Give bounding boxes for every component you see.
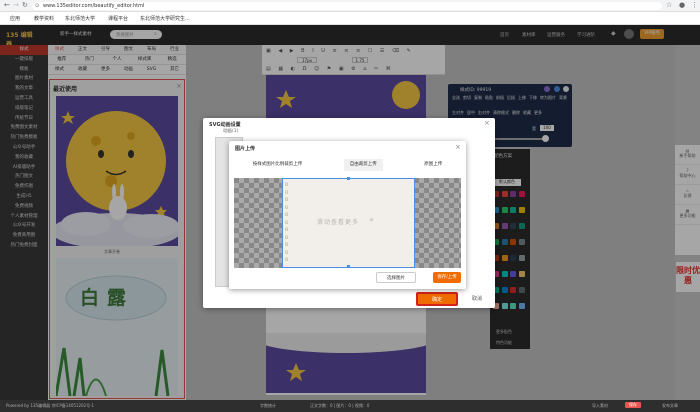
crop-area[interactable]: ʘʘʘʘʘʘʘʘʘʘʘ 滑动查看更多 «: [234, 177, 461, 268]
url-text: www.135editor.com/beautify_editor.html: [43, 3, 145, 9]
forward-icon[interactable]: →: [13, 1, 19, 9]
svg-confirm-button[interactable]: 确定: [416, 292, 458, 306]
bookmark-5[interactable]: 东北师范大学研究生...: [140, 15, 190, 22]
publish-button[interactable]: 发布文章: [662, 403, 678, 409]
address-bar[interactable]: ⊙ www.135editor.com/beautify_editor.html: [32, 2, 662, 10]
crop-handle-top[interactable]: [347, 177, 350, 180]
bookmark-4[interactable]: 课程平台: [108, 15, 128, 22]
bookmarks-bar: 应用 教学资料 东北师范大学 课程平台 东北师范大学研究生...: [0, 12, 700, 25]
svg-dialog-subtitle: 动画(1): [223, 129, 239, 134]
image-upload-dialog: 图片上传 × 按样式图片比例裁剪上传 自由裁剪上传 原图上传 ʘʘʘʘʘʘʘʘʘ…: [229, 141, 466, 289]
star-icon[interactable]: ☆: [666, 1, 672, 9]
bookmark-3[interactable]: 东北师范大学: [65, 15, 95, 22]
choose-image-button[interactable]: 选择图片: [376, 272, 416, 283]
svg-dialog-close-icon[interactable]: ×: [484, 119, 490, 127]
crop-box[interactable]: ʘʘʘʘʘʘʘʘʘʘʘ 滑动查看更多 «: [282, 177, 415, 268]
powered-by: Powered by 135编辑器 京ICP备14051202号-1: [6, 403, 95, 408]
save-upload-button[interactable]: 保存/上传: [433, 272, 461, 283]
upload-dialog-title: 图片上传: [235, 146, 256, 152]
lock-icon: ⊙: [35, 3, 40, 9]
menu-icon[interactable]: ⋮: [691, 1, 698, 9]
svg-cancel-button[interactable]: 取消: [465, 294, 489, 304]
bookmark-2[interactable]: 教学资料: [34, 15, 54, 22]
watermark-text: 滑动查看更多: [317, 219, 360, 226]
profile-icon[interactable]: ●: [679, 1, 685, 9]
chevron-left-icon: «: [369, 215, 374, 224]
reload-icon[interactable]: ↻: [22, 1, 28, 9]
notebook-spiral: ʘʘʘʘʘʘʘʘʘʘʘ: [285, 182, 289, 262]
back-icon[interactable]: ←: [4, 1, 10, 9]
word-count-label: 字数统计: [260, 403, 276, 408]
bookmark-apps[interactable]: 应用: [10, 15, 20, 22]
import-button[interactable]: 导入素材: [592, 403, 608, 409]
save-status-button[interactable]: 保存: [625, 402, 641, 408]
tab-original[interactable]: 原图上传: [418, 159, 448, 171]
status-bar: Powered by 135编辑器 京ICP备14051202号-1 字数统计 …: [0, 400, 700, 412]
upload-close-icon[interactable]: ×: [455, 143, 461, 151]
upload-tabs: 按样式图片比例裁剪上传 自由裁剪上传 原图上传: [229, 159, 466, 171]
browser-toolbar: ← → ↻ ⊙ www.135editor.com/beautify_edito…: [0, 0, 700, 12]
tab-ratio-crop[interactable]: 按样式图片比例裁剪上传: [247, 159, 309, 171]
stats-text: 正文字数：0 | 图片：0 | 视频：0: [310, 403, 370, 408]
tab-free-crop[interactable]: 自由裁剪上传: [343, 159, 383, 171]
crop-handle-bottom[interactable]: [347, 265, 350, 268]
svg-dialog-title: SVG动画设置: [209, 122, 241, 128]
